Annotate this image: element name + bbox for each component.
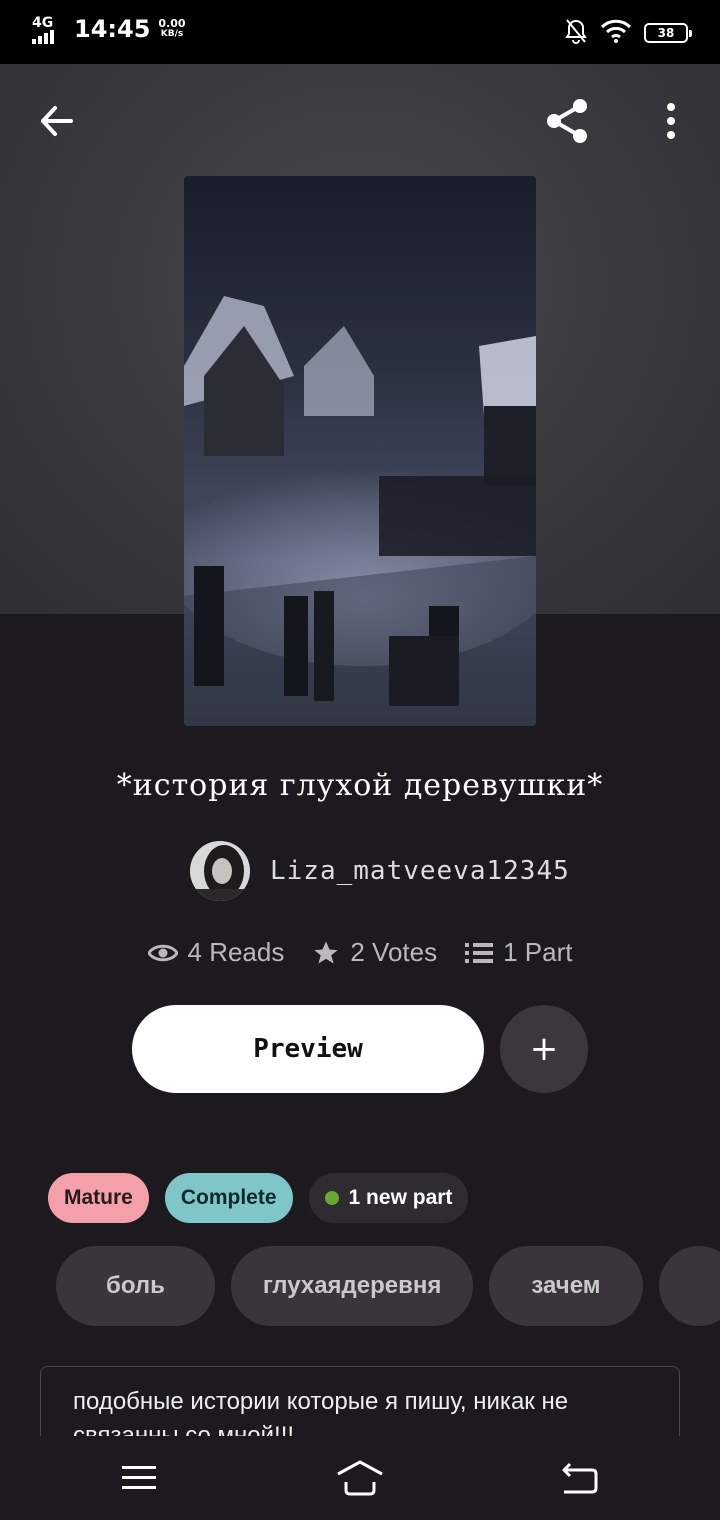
mature-badge: Mature [48, 1173, 149, 1223]
tag-chip[interactable]: глухаядеревня [230, 1246, 474, 1326]
star-icon [314, 940, 339, 963]
battery-indicator: 38 [644, 23, 692, 43]
speed-value: 0.00 [158, 17, 186, 30]
votes-count: 2 Votes [350, 937, 438, 967]
status-right: 38 [564, 18, 692, 48]
more-vertical-icon [667, 103, 675, 139]
mute-notifications-icon [564, 18, 588, 48]
author-name[interactable]: Liza_matveeva12345 [270, 856, 570, 886]
reads-stat: 4 Reads [147, 937, 285, 968]
network-indicator: 4G [30, 14, 56, 44]
complete-badge: Complete [164, 1173, 293, 1223]
preview-button[interactable]: Preview [132, 1005, 484, 1093]
home-icon [337, 1460, 383, 1496]
parts-count: 1 Part [503, 937, 573, 967]
back-button[interactable] [32, 96, 82, 146]
back-nav-icon [562, 1462, 598, 1494]
eye-icon [147, 944, 178, 961]
arrow-left-icon [41, 106, 73, 136]
description-text: подобные истории которые я пишу, никак н… [73, 1388, 569, 1438]
story-badges: Mature Complete 1 new part [48, 1173, 469, 1223]
status-bar: 4G 14:45 0.00 KB/s 38 [0, 0, 720, 64]
new-part-label: 1 new part [348, 1186, 453, 1209]
system-navigation-bar [0, 1436, 720, 1520]
more-options-button[interactable] [646, 96, 696, 146]
tag-chip-partial[interactable] [658, 1246, 720, 1326]
tag-chip[interactable]: боль [56, 1246, 215, 1326]
list-icon [465, 942, 494, 963]
new-part-badge: 1 new part [308, 1173, 469, 1223]
signal-icon [32, 30, 54, 44]
wifi-icon [600, 19, 632, 47]
clock: 14:45 [74, 15, 151, 43]
speed-unit: KB/s [160, 29, 184, 39]
reads-count: 4 Reads [187, 937, 285, 967]
menu-nav-button[interactable] [110, 1456, 170, 1500]
network-type: 4G [32, 15, 54, 31]
story-cover-image [184, 176, 536, 726]
share-button[interactable] [542, 96, 592, 146]
share-icon [547, 99, 587, 143]
new-dot-icon [324, 1191, 339, 1205]
avatar[interactable] [190, 841, 250, 901]
story-title: *история глухой деревушки* [116, 768, 604, 803]
home-nav-button[interactable] [330, 1456, 390, 1500]
status-left: 4G 14:45 0.00 KB/s [30, 14, 186, 44]
tag-chip[interactable]: зачем [489, 1246, 643, 1326]
author-row[interactable]: Liza_matveeva12345 [190, 841, 570, 901]
menu-icon [122, 1466, 156, 1489]
add-to-library-button[interactable]: + [500, 1005, 588, 1093]
story-stats: 4 Reads 2 Votes 1 Part [0, 937, 720, 968]
votes-stat: 2 Votes [312, 937, 437, 968]
tags-row[interactable]: боль глухаядеревня зачем [56, 1246, 720, 1326]
network-speed: 0.00 KB/s [158, 18, 185, 40]
parts-stat: 1 Part [465, 937, 572, 968]
story-description: подобные истории которые я пишу, никак н… [40, 1366, 680, 1438]
plus-icon: + [529, 1029, 559, 1069]
back-nav-button[interactable] [550, 1456, 610, 1500]
